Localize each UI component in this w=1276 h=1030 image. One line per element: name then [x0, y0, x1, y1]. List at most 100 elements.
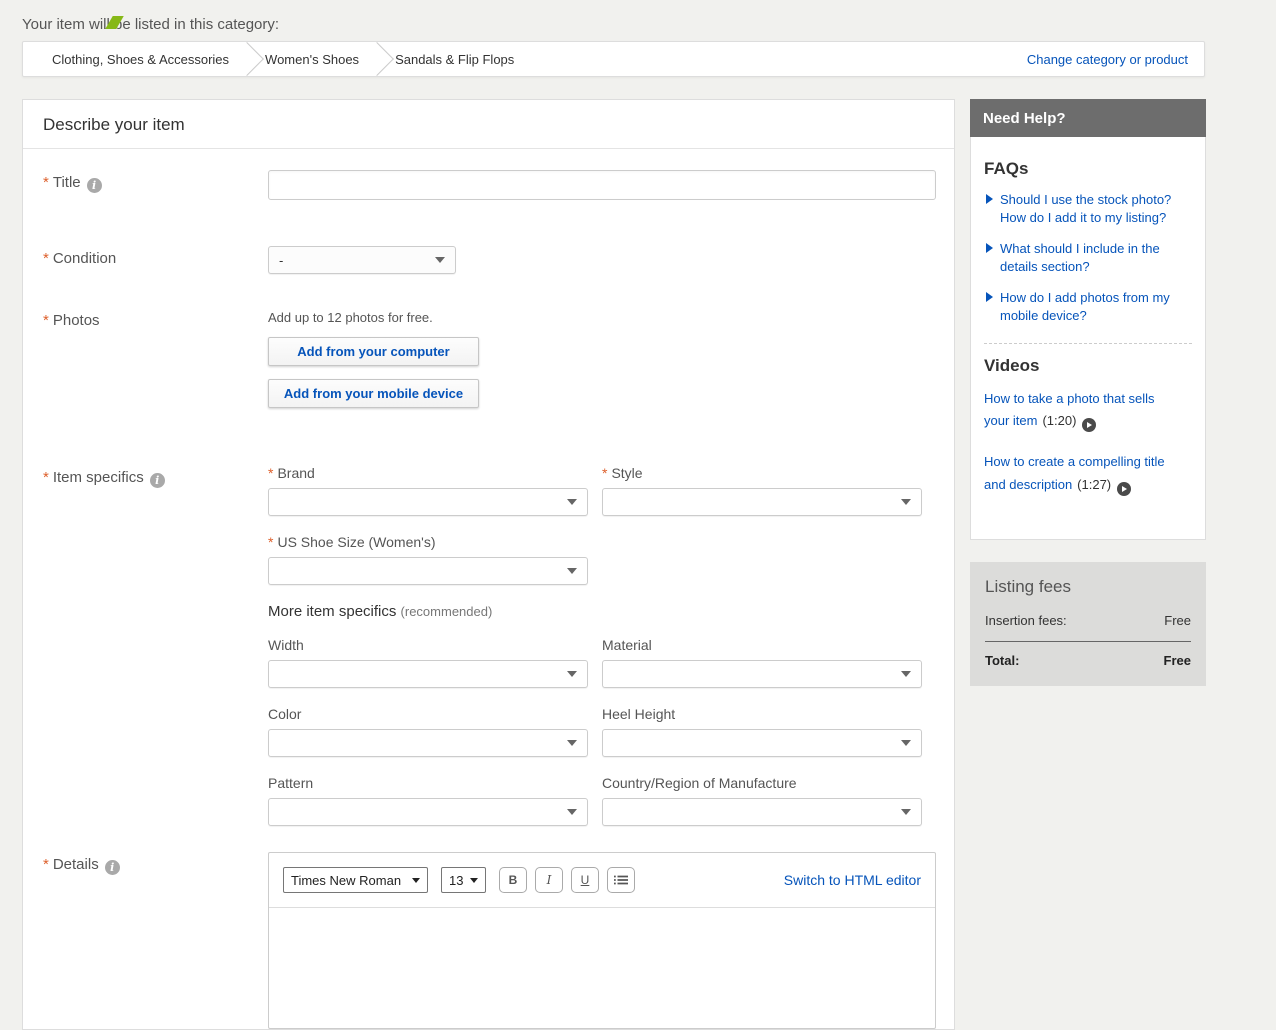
pattern-label: Pattern — [268, 775, 588, 791]
description-editor: Times New Roman 13 B I U — [268, 852, 936, 1029]
add-photos-computer-button[interactable]: Add from your computer — [268, 337, 479, 366]
switch-html-editor-link[interactable]: Switch to HTML editor — [784, 872, 921, 888]
video-item[interactable]: How to create a compelling title and des… — [984, 451, 1174, 496]
faq-item[interactable]: What should I include in the details sec… — [984, 240, 1192, 276]
description-textarea[interactable] — [269, 908, 935, 1028]
arrow-right-icon — [986, 243, 993, 253]
dropdown-arrow-icon — [567, 671, 577, 677]
arrow-right-icon — [986, 292, 993, 302]
details-label-group: *Detailsi — [43, 852, 268, 1029]
chevron-right-icon — [360, 42, 394, 76]
video-duration: (1:20) — [1042, 413, 1076, 428]
width-dropdown[interactable] — [268, 660, 588, 688]
bold-button[interactable]: B — [499, 867, 527, 893]
required-asterisk: * — [268, 534, 273, 550]
width-label: Width — [268, 637, 588, 653]
faq-link[interactable]: How do I add photos from my mobile devic… — [1000, 289, 1192, 325]
required-asterisk: * — [43, 469, 49, 486]
dropdown-arrow-icon — [567, 809, 577, 815]
title-label: Title — [53, 174, 81, 191]
describe-item-panel: Describe your item *Titlei *Condition - — [22, 99, 955, 1030]
font-size-value: 13 — [449, 873, 463, 888]
title-label-group: *Titlei — [43, 170, 268, 200]
dropdown-arrow-icon — [567, 740, 577, 746]
required-asterisk: * — [268, 465, 273, 481]
dropdown-arrow-icon — [435, 257, 445, 263]
chevron-right-icon — [230, 42, 264, 76]
country-label: Country/Region of Manufacture — [602, 775, 922, 791]
play-icon[interactable] — [1082, 418, 1096, 432]
italic-button[interactable]: I — [535, 867, 563, 893]
dropdown-arrow-icon — [567, 568, 577, 574]
condition-label-group: *Condition — [43, 246, 268, 274]
shoe-size-dropdown[interactable] — [268, 557, 588, 585]
breadcrumb-items: Clothing, Shoes & Accessories Women's Sh… — [23, 42, 528, 76]
faq-link[interactable]: What should I include in the details sec… — [1000, 240, 1192, 276]
dropdown-arrow-icon — [901, 809, 911, 815]
title-input[interactable] — [268, 170, 936, 200]
photos-row: *Photos Add up to 12 photos for free. Ad… — [43, 308, 934, 421]
faqs-heading: FAQs — [984, 159, 1192, 179]
dropdown-arrow-icon — [901, 671, 911, 677]
change-category-link[interactable]: Change category or product — [1027, 52, 1204, 67]
info-icon[interactable]: i — [105, 860, 120, 875]
videos-heading: Videos — [984, 356, 1192, 376]
brand-dropdown[interactable] — [268, 488, 588, 516]
listing-fees-heading: Listing fees — [985, 577, 1191, 597]
faq-item[interactable]: Should I use the stock photo? How do I a… — [984, 191, 1192, 227]
font-family-value: Times New Roman — [291, 873, 401, 888]
info-icon[interactable]: i — [150, 473, 165, 488]
pattern-dropdown[interactable] — [268, 798, 588, 826]
video-link[interactable]: How to create a compelling title and des… — [984, 454, 1165, 491]
total-label: Total: — [985, 653, 1019, 668]
dropdown-arrow-icon — [901, 499, 911, 505]
video-item[interactable]: How to take a photo that sells your item… — [984, 388, 1174, 433]
heel-height-dropdown[interactable] — [602, 729, 922, 757]
breadcrumb: Clothing, Shoes & Accessories Women's Sh… — [22, 41, 1205, 77]
content-area: Describe your item *Titlei *Condition - — [22, 99, 1276, 1030]
add-photos-mobile-button[interactable]: Add from your mobile device — [268, 379, 479, 408]
breadcrumb-item-category: Clothing, Shoes & Accessories — [38, 52, 243, 67]
select-arrow-icon — [470, 878, 478, 883]
item-specifics-label-group: *Item specifics i — [43, 465, 268, 826]
total-value: Free — [1164, 653, 1191, 668]
font-size-select[interactable]: 13 — [441, 867, 486, 893]
item-specifics-label: Item specifics — [53, 469, 144, 486]
condition-dropdown[interactable]: - — [268, 246, 456, 274]
listing-fees-panel: Listing fees Insertion fees: Free Total:… — [970, 562, 1206, 686]
bullet-list-button[interactable] — [607, 867, 635, 893]
help-sidebar: Need Help? FAQs Should I use the stock p… — [970, 99, 1206, 686]
more-item-specifics-heading: More item specifics (recommended) — [268, 603, 934, 620]
dropdown-arrow-icon — [901, 740, 911, 746]
condition-dropdown-value: - — [279, 253, 283, 268]
font-family-select[interactable]: Times New Roman — [283, 867, 428, 893]
required-asterisk: * — [43, 250, 49, 267]
material-dropdown[interactable] — [602, 660, 922, 688]
divider — [984, 343, 1192, 344]
faq-link[interactable]: Should I use the stock photo? How do I a… — [1000, 191, 1192, 227]
dropdown-arrow-icon — [567, 499, 577, 505]
required-asterisk: * — [602, 465, 607, 481]
info-icon[interactable]: i — [87, 178, 102, 193]
brand-label: *Brand — [268, 465, 588, 481]
color-dropdown[interactable] — [268, 729, 588, 757]
bullet-list-icon — [614, 874, 628, 886]
shoe-size-label: *US Shoe Size (Women's) — [268, 534, 588, 550]
style-dropdown[interactable] — [602, 488, 922, 516]
title-row: *Titlei — [43, 170, 934, 200]
required-asterisk: * — [43, 856, 49, 873]
heel-height-label: Heel Height — [602, 706, 922, 722]
underline-button[interactable]: U — [571, 867, 599, 893]
play-icon[interactable] — [1117, 482, 1131, 496]
photos-label-group: *Photos — [43, 308, 268, 421]
select-arrow-icon — [412, 878, 420, 883]
item-specifics-row: *Item specificsi *Brand *Style — [43, 465, 934, 826]
editor-toolbar: Times New Roman 13 B I U — [269, 853, 935, 908]
breadcrumb-item-leaf: Sandals & Flip Flops — [381, 52, 528, 67]
faq-item[interactable]: How do I add photos from my mobile devic… — [984, 289, 1192, 325]
country-dropdown[interactable] — [602, 798, 922, 826]
need-help-header: Need Help? — [970, 99, 1206, 137]
insertion-fees-row: Insertion fees: Free — [985, 611, 1191, 642]
details-row: *Detailsi Times New Roman 13 B I — [43, 852, 934, 1029]
condition-label: Condition — [53, 250, 116, 267]
